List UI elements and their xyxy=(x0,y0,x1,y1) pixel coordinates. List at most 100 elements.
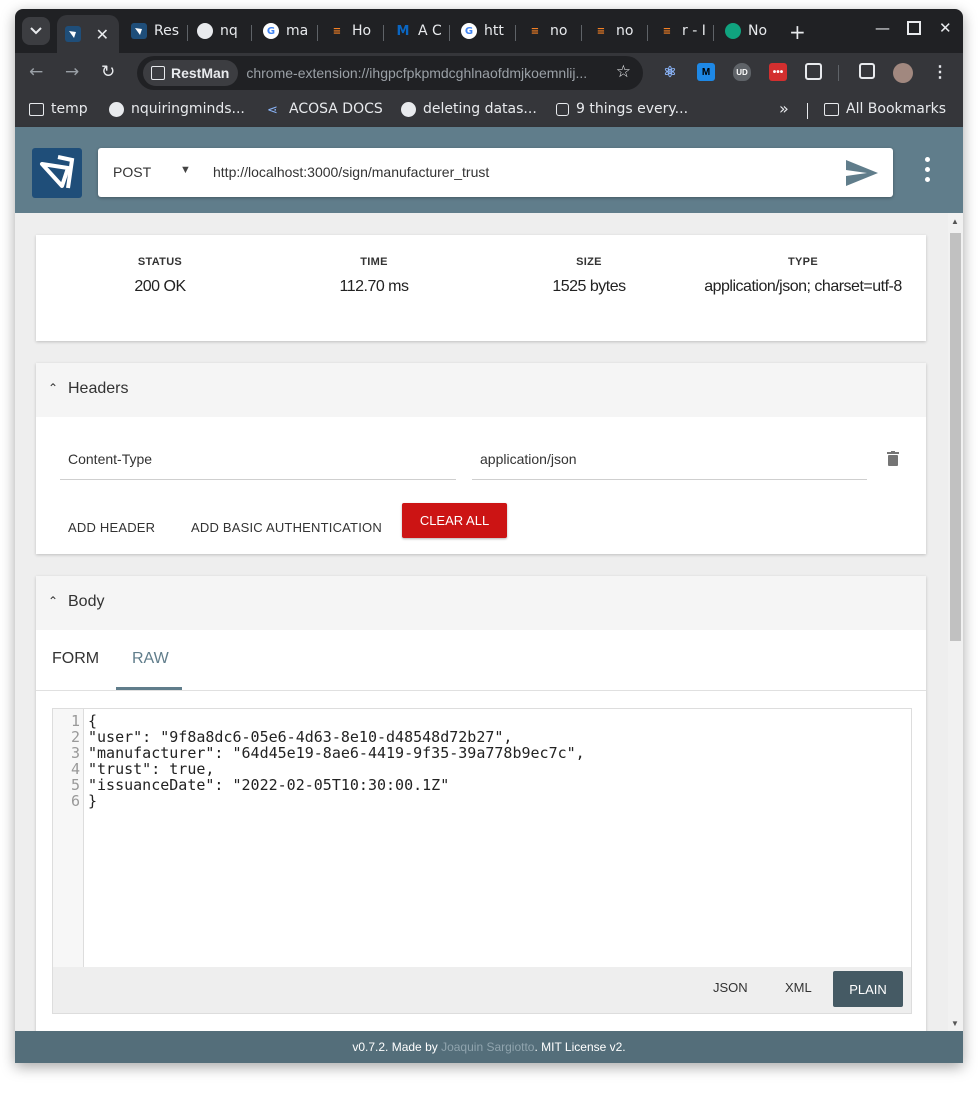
scrollbar-thumb[interactable] xyxy=(950,233,961,641)
tab-chatgpt[interactable]: No xyxy=(725,15,775,47)
m-extension-icon[interactable]: M xyxy=(697,63,715,81)
tab-separator xyxy=(383,25,384,41)
ublock-icon[interactable]: UD xyxy=(733,63,751,81)
close-tab-icon[interactable]: ✕ xyxy=(96,25,109,44)
bookmarks-divider xyxy=(807,103,808,119)
header-key-value: Content-Type xyxy=(68,451,153,467)
tab-title: r - I xyxy=(682,23,706,39)
format-json-button[interactable]: JSON xyxy=(713,980,748,995)
back-icon[interactable]: ← xyxy=(29,62,43,82)
chevron-down-icon xyxy=(30,27,42,35)
forward-icon[interactable]: → xyxy=(65,62,79,82)
bookmark-acosa-docs[interactable]: ⋖ ACOSA DOCS xyxy=(267,101,383,118)
header-key-field[interactable]: Content-Type xyxy=(60,451,456,480)
tab-stackoverflow-1[interactable]: ≡ Ho xyxy=(329,15,375,47)
tab-separator xyxy=(647,25,648,41)
scroll-down-icon[interactable]: ▼ xyxy=(951,1019,959,1028)
response-stats-card: STATUS 200 OK TIME 112.70 ms SIZE 1525 b… xyxy=(36,235,926,341)
bookmark-deleting-datas[interactable]: deleting datas... xyxy=(401,101,537,117)
tab-google-2[interactable]: G htt xyxy=(461,15,507,47)
app-footer: v0.7.2. Made by Joaquin Sargiotto . MIT … xyxy=(15,1031,963,1063)
maximize-icon[interactable] xyxy=(907,21,921,35)
tab-stackoverflow-4[interactable]: ≡ r - I xyxy=(659,15,707,47)
browser-menu-icon[interactable]: ⋮ xyxy=(931,63,949,81)
bookmark-9-things[interactable]: 9 things every... xyxy=(556,101,688,117)
headers-title: Headers xyxy=(68,380,129,397)
reload-icon[interactable]: ↻ xyxy=(101,62,115,82)
request-url-input[interactable]: http://localhost:3000/sign/manufacturer_… xyxy=(213,164,489,180)
method-select[interactable]: POST xyxy=(113,164,151,180)
size-value: 1525 bytes xyxy=(552,278,626,295)
format-plain-button[interactable]: PLAIN xyxy=(833,971,903,1007)
close-window-icon[interactable]: ✕ xyxy=(939,19,952,37)
tab-separator xyxy=(251,25,252,41)
tab-restman-2[interactable]: Res xyxy=(131,15,183,47)
tab-separator xyxy=(515,25,516,41)
format-xml-button[interactable]: XML xyxy=(785,980,812,995)
lastpass-icon[interactable]: ••• xyxy=(769,63,787,81)
folder-icon xyxy=(824,102,839,116)
time-label: TIME xyxy=(360,256,388,268)
tab-stackoverflow-2[interactable]: ≡ no xyxy=(527,15,573,47)
bookmark-label: ACOSA DOCS xyxy=(289,101,383,117)
m-logo-icon: M xyxy=(396,23,410,39)
tab-stackoverflow-3[interactable]: ≡ no xyxy=(593,15,639,47)
chevron-up-icon: ⌃ xyxy=(48,594,59,608)
time-value: 112.70 ms xyxy=(339,278,409,295)
bookmark-temp[interactable]: temp xyxy=(29,101,88,117)
add-basic-auth-button[interactable]: ADD BASIC AUTHENTICATION xyxy=(191,520,382,535)
page-scrollbar[interactable]: ▲ ▼ xyxy=(948,213,963,1031)
scroll-up-icon[interactable]: ▲ xyxy=(951,217,959,226)
type-stat: TYPE application/json; charset=utf-8 xyxy=(698,256,908,298)
tab-separator xyxy=(187,25,188,41)
bookmark-star-icon[interactable]: ☆ xyxy=(616,62,631,82)
new-tab-button[interactable]: + xyxy=(789,20,806,44)
stackoverflow-icon: ≡ xyxy=(332,25,342,37)
restman-icon xyxy=(65,26,81,42)
tab-form[interactable]: FORM xyxy=(52,650,99,668)
site-chip[interactable]: RestMan xyxy=(143,60,239,86)
body-title: Body xyxy=(68,593,105,610)
raw-body-editor[interactable]: 1 2 3 4 5 6 { "user": "9f8a8dc6-05e6-4d6… xyxy=(52,708,912,1014)
clear-all-button[interactable]: CLEAR ALL xyxy=(402,503,507,538)
google-icon: G xyxy=(263,23,279,39)
minimize-icon[interactable]: — xyxy=(875,19,890,37)
tab-acosa[interactable]: M A C xyxy=(395,15,441,47)
bookmark-nquiringminds[interactable]: nquiringminds... xyxy=(109,101,245,117)
share-icon: ⋖ xyxy=(267,102,278,118)
extensions-puzzle-icon[interactable] xyxy=(805,63,822,80)
address-bar[interactable]: RestMan chrome-extension://ihgpcfpkpmdcg… xyxy=(137,56,643,90)
tab-title: no xyxy=(616,23,634,39)
bookmarks-overflow-button[interactable]: » xyxy=(779,99,789,118)
tab-title: No xyxy=(748,23,768,39)
footer-author-link[interactable]: Joaquin Sargiotto xyxy=(441,1040,534,1054)
all-bookmarks[interactable]: All Bookmarks xyxy=(824,101,946,117)
tab-github[interactable]: nq xyxy=(197,15,243,47)
trash-icon[interactable] xyxy=(887,451,899,471)
line-number: 6 xyxy=(70,792,80,810)
header-value-field[interactable]: application/json xyxy=(472,451,867,480)
add-header-button[interactable]: ADD HEADER xyxy=(68,520,155,535)
send-icon[interactable] xyxy=(845,159,879,192)
side-panel-icon[interactable] xyxy=(859,63,875,79)
tab-raw[interactable]: RAW xyxy=(132,650,169,668)
tab-title: htt xyxy=(484,23,504,39)
stackoverflow-icon: ≡ xyxy=(530,25,540,37)
chevron-down-icon[interactable]: ▼ xyxy=(180,164,191,176)
chevron-up-icon: ⌃ xyxy=(48,381,59,395)
app-menu-icon[interactable] xyxy=(925,157,930,187)
all-bookmarks-label: All Bookmarks xyxy=(846,101,947,117)
headers-section-toggle[interactable]: ⌃ Headers xyxy=(36,363,926,417)
tab-search-button[interactable] xyxy=(22,17,50,45)
profile-avatar[interactable] xyxy=(893,63,913,83)
tab-separator xyxy=(317,25,318,41)
chatgpt-icon xyxy=(725,23,741,39)
react-devtools-icon[interactable]: ⚛ xyxy=(661,63,679,81)
tab-google-1[interactable]: G ma xyxy=(263,15,309,47)
body-section-toggle[interactable]: ⌃ Body xyxy=(36,576,926,630)
google-icon: G xyxy=(461,23,477,39)
footer-license: . MIT License v2. xyxy=(534,1040,626,1054)
tab-active-restman[interactable]: ✕ xyxy=(57,15,119,53)
github-icon xyxy=(401,101,416,117)
tab-strip: ✕ Res nq G ma ≡ Ho M A C G htt ≡ no ≡ no… xyxy=(15,9,963,53)
